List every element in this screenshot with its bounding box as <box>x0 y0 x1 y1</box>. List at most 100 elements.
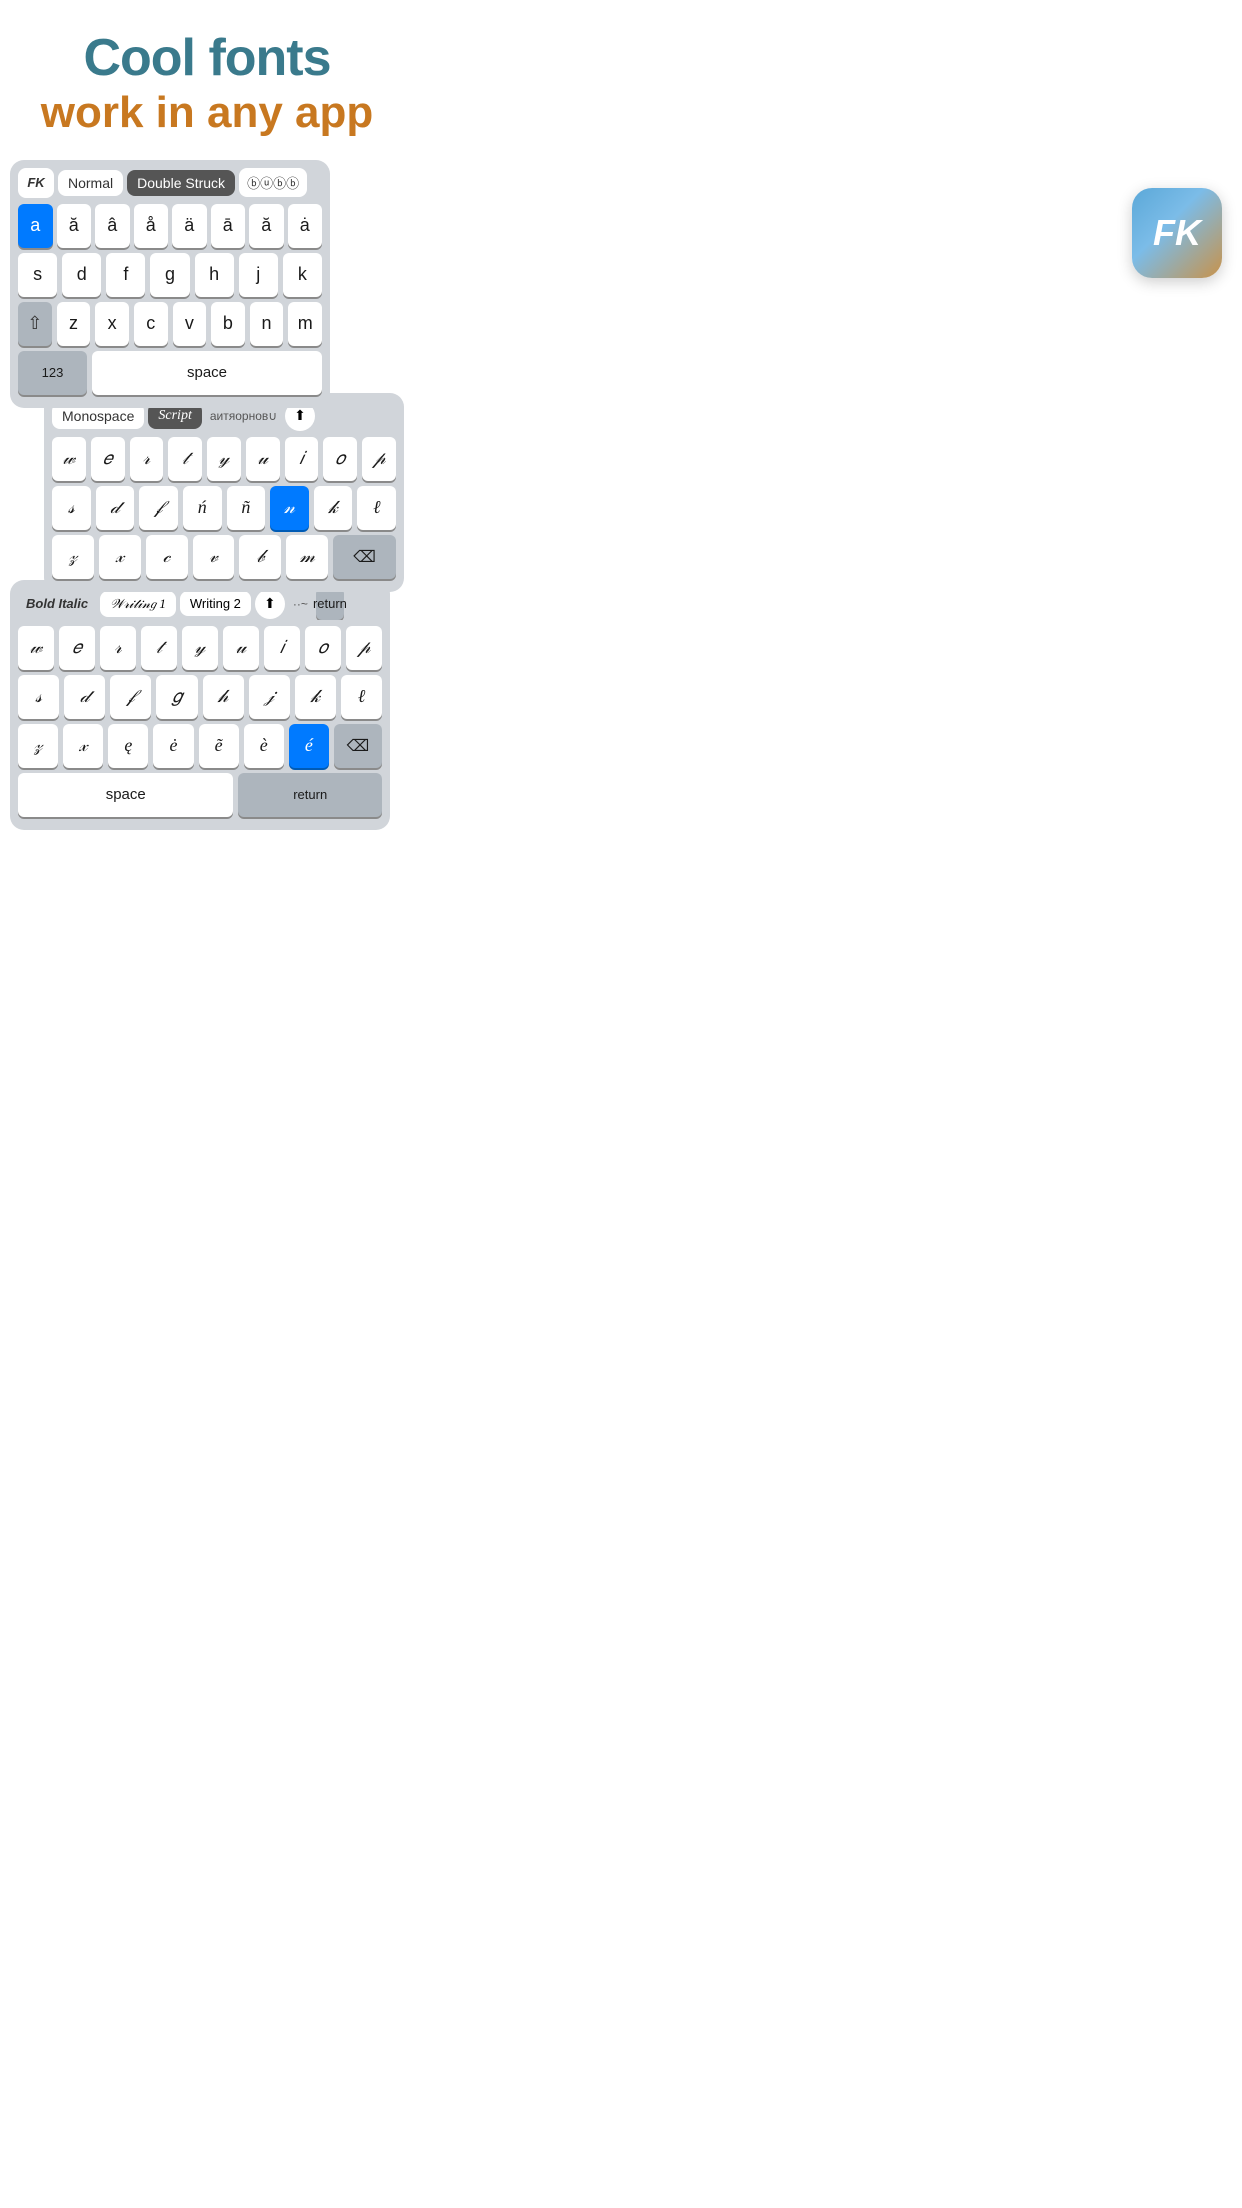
tab-writing2[interactable]: Writing 2 <box>180 591 251 616</box>
key-h3[interactable]: 𝒽 <box>203 675 244 719</box>
key-a-ring[interactable]: å <box>134 204 169 248</box>
key-v[interactable]: v <box>173 302 207 346</box>
key-a-active[interactable]: a <box>18 204 53 248</box>
key-z3[interactable]: 𝓏 <box>18 724 58 768</box>
fk-badge[interactable]: FK <box>18 168 54 198</box>
key-p2[interactable]: 𝓅 <box>362 437 396 481</box>
key-l3[interactable]: ℓ <box>341 675 382 719</box>
key-g3[interactable]: 𝑔 <box>156 675 197 719</box>
key-d2[interactable]: 𝒹 <box>96 486 135 530</box>
key-space-3[interactable]: space <box>18 773 233 817</box>
key-l2[interactable]: ℓ <box>357 486 396 530</box>
tab-writing1[interactable]: 𝒲𝓇𝒾𝓉𝒾𝓃𝑔 1 <box>100 591 176 617</box>
key-p3[interactable]: 𝓅 <box>346 626 382 670</box>
key-n2-active[interactable]: 𝓃 <box>270 486 309 530</box>
key-e2[interactable]: 𝑒 <box>91 437 125 481</box>
key-o2[interactable]: 𝑜 <box>323 437 357 481</box>
key-k3[interactable]: 𝓀 <box>295 675 336 719</box>
tab-bubble[interactable]: ⓑⓤⓑⓑ <box>239 168 307 197</box>
key-row-qwerty-2: 𝓌 𝑒 𝓇 𝓉 𝓎 𝓊 𝑖 𝑜 𝓅 <box>52 437 396 481</box>
key-a-umlaut[interactable]: ä <box>172 204 207 248</box>
key-a-dot[interactable]: ȧ <box>288 204 323 248</box>
key-s[interactable]: s <box>18 253 57 297</box>
key-return-3[interactable]: return <box>238 773 382 817</box>
tab-double-struck[interactable]: Double Struck <box>127 170 235 196</box>
key-x[interactable]: x <box>95 302 129 346</box>
key-o3[interactable]: 𝑜 <box>305 626 341 670</box>
keyboard-2: Monospace Script аитяopнов∪ ⬆ 𝓌 𝑒 𝓇 𝓉 𝓎 … <box>44 393 404 592</box>
key-row-asdf-2: 𝓈 𝒹 𝒻 ń ñ 𝓃 𝓀 ℓ <box>52 486 396 530</box>
key-s2[interactable]: 𝓈 <box>52 486 91 530</box>
key-b[interactable]: b <box>211 302 245 346</box>
key-u3[interactable]: 𝓊 <box>223 626 259 670</box>
key-e3[interactable]: 𝑒 <box>59 626 95 670</box>
key-e-grave[interactable]: è <box>244 724 284 768</box>
key-y3[interactable]: 𝓎 <box>182 626 218 670</box>
key-g[interactable]: g <box>150 253 189 297</box>
key-n[interactable]: n <box>250 302 284 346</box>
keyboard-1: FK Normal Double Struck ⓑⓤⓑⓑ a ă â å ä ā… <box>10 160 330 408</box>
key-row-asdf-3: 𝓈 𝒹 𝒻 𝑔 𝒽 𝒿 𝓀 ℓ <box>18 675 382 719</box>
key-d3[interactable]: 𝒹 <box>64 675 105 719</box>
key-t3[interactable]: 𝓉 <box>141 626 177 670</box>
tab-cyrillic[interactable]: аитяopнов∪ <box>206 409 281 423</box>
key-z[interactable]: z <box>57 302 91 346</box>
key-s3[interactable]: 𝓈 <box>18 675 59 719</box>
key-f[interactable]: f <box>106 253 145 297</box>
title-line2: work in any app <box>20 87 394 140</box>
key-m2[interactable]: 𝓂 <box>286 535 328 579</box>
key-x3[interactable]: 𝓍 <box>63 724 103 768</box>
key-backspace-2[interactable]: ⌫ <box>333 535 396 579</box>
app-icon[interactable]: FK <box>1132 188 1222 278</box>
key-m[interactable]: m <box>288 302 322 346</box>
key-x2[interactable]: 𝓍 <box>99 535 141 579</box>
key-y2[interactable]: 𝓎 <box>207 437 241 481</box>
tab-return[interactable]: return <box>316 588 344 620</box>
key-c[interactable]: c <box>134 302 168 346</box>
tab-dotdot[interactable]: ··~ <box>289 592 312 616</box>
key-a-breve[interactable]: ă <box>57 204 92 248</box>
key-b2[interactable]: 𝒷 <box>239 535 281 579</box>
key-k[interactable]: k <box>283 253 322 297</box>
key-e-tilde[interactable]: ẽ <box>199 724 239 768</box>
key-z2[interactable]: 𝓏 <box>52 535 94 579</box>
key-n-tilde-2[interactable]: ñ <box>227 486 266 530</box>
key-shift[interactable]: ⇧ <box>18 302 52 346</box>
key-n-acute-2[interactable]: ń <box>183 486 222 530</box>
key-j[interactable]: j <box>239 253 278 297</box>
key-123[interactable]: 123 <box>18 351 87 395</box>
key-w2[interactable]: 𝓌 <box>52 437 86 481</box>
share-button-3[interactable]: ⬆ <box>255 589 285 619</box>
key-f2[interactable]: 𝒻 <box>139 486 178 530</box>
key-r2[interactable]: 𝓇 <box>130 437 164 481</box>
key-e-dot[interactable]: ė <box>153 724 193 768</box>
key-f3[interactable]: 𝒻 <box>110 675 151 719</box>
accent-row: a ă â å ä ā ă ȧ <box>18 204 322 248</box>
key-row-accent-3: 𝓏 𝓍 ę ė ẽ è é ⌫ <box>18 724 382 768</box>
key-c2[interactable]: 𝒸 <box>146 535 188 579</box>
header: Cool fonts work in any app <box>0 0 414 160</box>
key-j3[interactable]: 𝒿 <box>249 675 290 719</box>
key-a-circumflex[interactable]: â <box>95 204 130 248</box>
tab-normal[interactable]: Normal <box>58 170 123 196</box>
key-d[interactable]: d <box>62 253 101 297</box>
key-a-macron[interactable]: ā <box>211 204 246 248</box>
key-row-bottom-1: 123 space <box>18 351 322 395</box>
key-space-1[interactable]: space <box>92 351 322 395</box>
key-u2[interactable]: 𝓊 <box>246 437 280 481</box>
key-a-breve2[interactable]: ă <box>249 204 284 248</box>
key-e-cedilla[interactable]: ę <box>108 724 148 768</box>
tab-bold-italic[interactable]: Bold Italic <box>18 591 96 616</box>
key-r3[interactable]: 𝓇 <box>100 626 136 670</box>
key-row-qwerty-3: 𝓌 𝑒 𝓇 𝓉 𝓎 𝓊 𝑖 𝑜 𝓅 <box>18 626 382 670</box>
key-row-zxcv-2: 𝓏 𝓍 𝒸 𝓋 𝒷 𝓂 ⌫ <box>52 535 396 579</box>
key-t2[interactable]: 𝓉 <box>168 437 202 481</box>
key-i3[interactable]: 𝑖 <box>264 626 300 670</box>
key-h[interactable]: h <box>195 253 234 297</box>
key-k2[interactable]: 𝓀 <box>314 486 353 530</box>
key-e-acute-active[interactable]: é <box>289 724 329 768</box>
key-w3[interactable]: 𝓌 <box>18 626 54 670</box>
key-i2[interactable]: 𝑖 <box>285 437 319 481</box>
key-v2[interactable]: 𝓋 <box>193 535 235 579</box>
key-backspace-3[interactable]: ⌫ <box>334 724 382 768</box>
